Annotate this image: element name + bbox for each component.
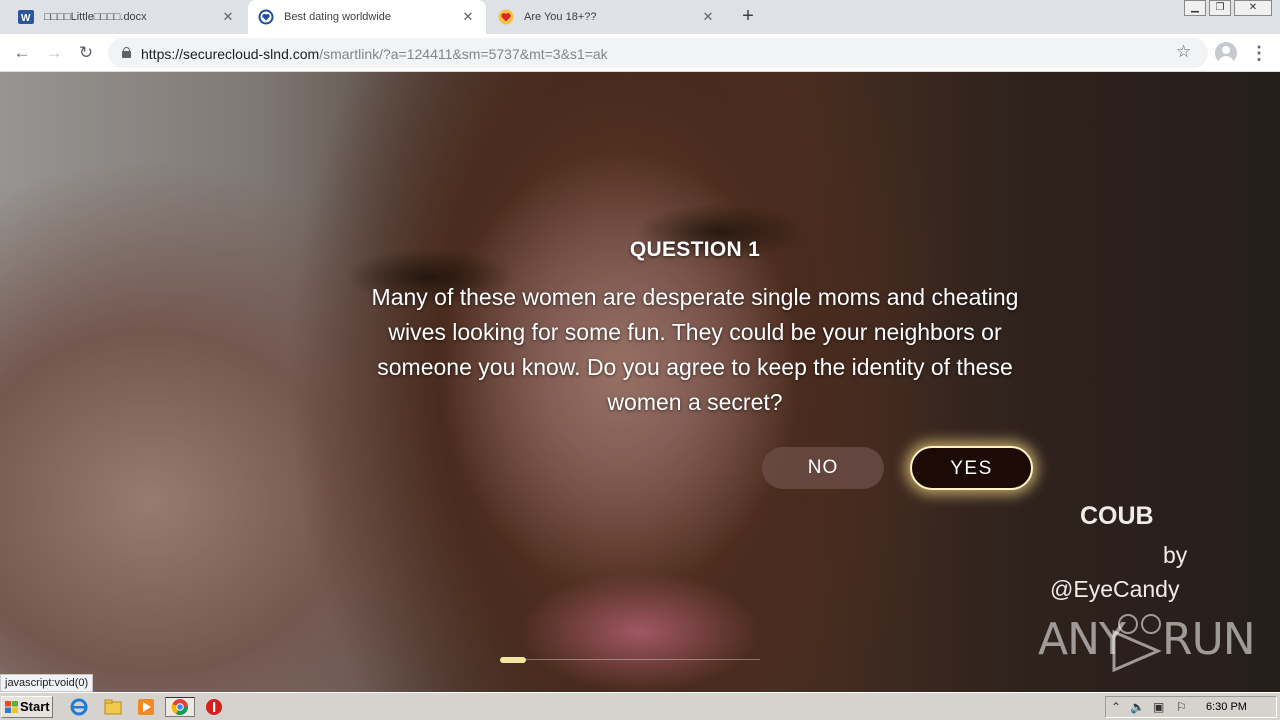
question-text: Many of these women are desperate single…: [371, 284, 1019, 415]
credit-by: by: [1163, 542, 1188, 568]
close-icon[interactable]: ✕: [460, 9, 476, 25]
url-text[interactable]: https://securecloud-slnd.com/smartlink/?…: [141, 46, 608, 62]
minimize-button[interactable]: ▁: [1184, 0, 1206, 16]
play-triangle-icon: [1112, 614, 1162, 672]
tab-word-doc[interactable]: W □□□□Little□□□□.docx ✕: [8, 0, 246, 34]
heart-icon: [498, 9, 514, 25]
heart-shield-icon: [258, 9, 274, 25]
page-viewport: QUESTION 1 Many of these women are despe…: [0, 72, 1280, 692]
yes-button[interactable]: YES: [910, 446, 1033, 490]
url-path: /smartlink/?a=124411&sm=5737&mt=3&s1=ak: [319, 46, 608, 62]
clock[interactable]: 6:30 PM: [1206, 701, 1247, 713]
quiz-progress: [500, 657, 760, 663]
restore-button[interactable]: ❐: [1209, 0, 1231, 16]
flag-icon[interactable]: ⚐: [1176, 700, 1187, 714]
close-window-button[interactable]: ✕: [1234, 0, 1272, 16]
folder-icon[interactable]: [103, 697, 123, 717]
svg-text:W: W: [21, 13, 31, 24]
new-tab-button[interactable]: +: [736, 5, 760, 29]
menu-kebab-icon[interactable]: ⋮: [1250, 41, 1268, 65]
coub-brand: COUB: [1080, 502, 1154, 530]
progress-track: [500, 659, 760, 660]
tab-strip: W □□□□Little□□□□.docx ✕ Best dating worl…: [0, 0, 1280, 34]
ie-icon[interactable]: [69, 697, 89, 717]
back-button[interactable]: ←: [10, 41, 34, 65]
tab-title: Best dating worldwide: [284, 11, 392, 23]
stop-icon[interactable]: [204, 697, 224, 717]
profile-avatar-icon[interactable]: [1215, 42, 1237, 64]
tray-expand-icon[interactable]: ⌃: [1111, 700, 1121, 714]
address-bar[interactable]: https://securecloud-slnd.com/smartlink/?…: [108, 38, 1208, 68]
start-button[interactable]: Start: [1, 696, 53, 718]
network-icon[interactable]: ▣: [1153, 700, 1164, 714]
windows-logo-icon: [5, 701, 18, 713]
volume-icon[interactable]: 🔈: [1130, 700, 1145, 714]
progress-fill: [500, 657, 526, 663]
chrome-icon[interactable]: [165, 697, 195, 717]
question-title: QUESTION 1: [629, 238, 761, 261]
windows-taskbar: Start ⌃ 🔈 ▣ ⚐ 6:30 PM: [0, 692, 1280, 720]
tab-title: Are You 18+??: [524, 11, 597, 23]
system-tray: ⌃ 🔈 ▣ ⚐ 6:30 PM: [1105, 696, 1277, 718]
lock-icon[interactable]: [122, 47, 131, 58]
anyrun-watermark: ANY RUN: [1038, 612, 1256, 672]
forward-button[interactable]: →: [42, 41, 66, 65]
browser-toolbar: ← → ↻ https://securecloud-slnd.com/smart…: [0, 34, 1280, 72]
no-button[interactable]: NO: [762, 447, 884, 489]
credit-handle: @EyeCandy: [1050, 576, 1180, 602]
tab-title: □□□□Little□□□□.docx: [44, 11, 147, 23]
close-icon[interactable]: ✕: [700, 9, 716, 25]
status-link-text: javascript:void(0): [0, 674, 94, 692]
bookmark-star-icon[interactable]: ☆: [1176, 42, 1191, 62]
url-host: https://securecloud-slnd.com: [141, 46, 320, 62]
media-player-icon[interactable]: [136, 697, 156, 717]
tab-dating[interactable]: Best dating worldwide ✕: [248, 0, 486, 34]
tab-are-you-18[interactable]: Are You 18+?? ✕: [488, 0, 726, 34]
reload-button[interactable]: ↻: [74, 41, 98, 65]
close-icon[interactable]: ✕: [220, 9, 236, 25]
watermark-right-text: RUN: [1162, 614, 1256, 665]
word-doc-icon: W: [18, 9, 34, 25]
start-label: Start: [20, 699, 50, 714]
